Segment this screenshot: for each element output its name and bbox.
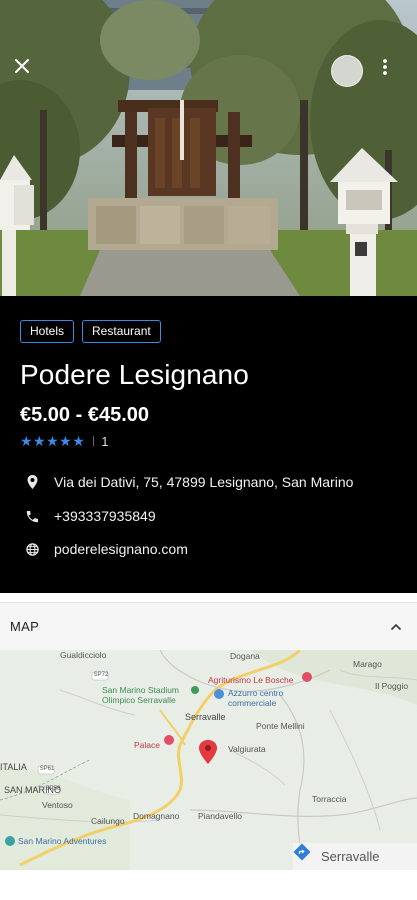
tag-restaurant[interactable]: Restaurant	[82, 320, 161, 343]
map-section-header[interactable]: MAP	[0, 603, 417, 650]
map-label-dogana: Dogana	[230, 651, 260, 661]
map-label-san-marino: SAN MARINO	[4, 785, 62, 795]
map-label-ventoso: Ventoso	[42, 800, 73, 810]
map-label-domagnano: Domagnano	[133, 811, 180, 821]
collapse-button[interactable]	[386, 617, 406, 637]
price-range: €5.00 - €45.00	[20, 404, 149, 426]
avatar[interactable]	[331, 55, 363, 87]
map-label-stadium: San Marino Stadium Olimpico Serravalle	[102, 685, 180, 705]
map-view[interactable]: Gualdicciolo Dogana Marago Il Poggio SP7…	[0, 650, 417, 870]
location-pin-icon	[24, 474, 40, 490]
directions-button[interactable]: Serravalle	[293, 843, 417, 870]
hero-image	[0, 0, 417, 296]
tag-hotels[interactable]: Hotels	[20, 320, 75, 343]
address-text: Via dei Dativi, 75, 47899 Lesignano, San…	[54, 474, 354, 490]
more-options-button[interactable]	[382, 58, 404, 86]
rating-stars: ★★★★★	[20, 432, 86, 449]
map-label-il-poggio: Il Poggio	[375, 681, 409, 691]
map-label-ponte-mellini: Ponte Mellini	[256, 721, 305, 731]
map-label-marago: Marago	[353, 659, 382, 669]
rating[interactable]: ★★★★★ 1	[20, 433, 109, 449]
map-label-agriturismo: Agriturismo Le Bosche	[208, 675, 294, 685]
rating-count: 1	[101, 433, 109, 449]
website-row[interactable]: poderelesignano.com	[24, 538, 188, 560]
map-road-sp72: SP72	[93, 672, 109, 678]
directions-icon	[293, 843, 311, 861]
map-label-adventures: San Marino Adventures	[18, 836, 107, 846]
map-label-italia: ITALIA	[0, 762, 27, 772]
directions-label: Serravalle	[321, 849, 380, 864]
phone-text: +393337935849	[54, 508, 156, 524]
map-label-cailungo: Cailungo	[91, 816, 125, 826]
map-section: MAP Gualdicciolo Dogana Marago Il Poggio…	[0, 602, 417, 872]
place-title: Podere Lesignano	[20, 359, 249, 390]
globe-icon	[24, 541, 40, 557]
map-label-torraccia: Torraccia	[312, 794, 347, 804]
phone-icon	[24, 508, 40, 524]
phone-row[interactable]: +393337935849	[24, 505, 156, 527]
chevron-up-icon	[390, 623, 402, 631]
hero-photo[interactable]	[0, 0, 417, 296]
place-info-panel: Hotels Restaurant Podere Lesignano €5.00…	[0, 296, 417, 593]
website-link: poderelesignano.com	[54, 541, 188, 557]
close-button[interactable]	[14, 58, 42, 86]
map-label-palace: Palace	[134, 740, 160, 750]
more-vert-icon	[383, 59, 387, 75]
rating-divider	[93, 436, 95, 446]
map-label-serravalle: Serravalle	[185, 712, 226, 722]
address-row[interactable]: Via dei Dativi, 75, 47899 Lesignano, San…	[24, 471, 353, 493]
category-tags: Hotels Restaurant	[20, 320, 161, 343]
place-detail-screen: Hotels Restaurant Podere Lesignano €5.00…	[0, 0, 417, 900]
close-icon	[15, 59, 29, 73]
map-label-piandavello: Piandavello	[198, 811, 242, 821]
map-label-gualdicciolo: Gualdicciolo	[60, 650, 107, 660]
map-label-valgiurata: Valgiurata	[228, 744, 266, 754]
map-section-title: MAP	[10, 619, 40, 634]
map-road-sp61: SP61	[39, 766, 55, 772]
map-label-azzurro: Azzurro centro commerciale	[228, 688, 284, 708]
